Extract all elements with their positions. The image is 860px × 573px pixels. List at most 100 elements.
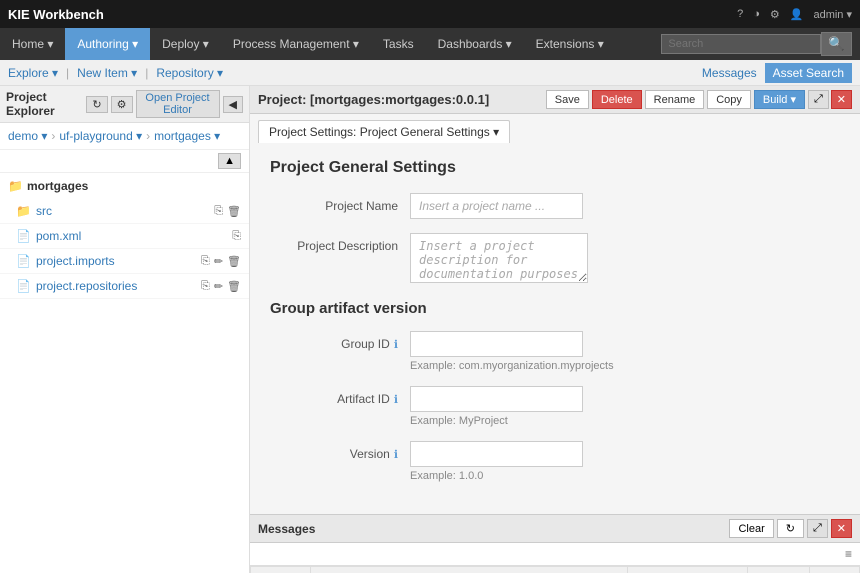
- main-layout: Project Explorer ↻ ⚙ Open Project Editor…: [0, 86, 860, 573]
- build-button[interactable]: Build ▾: [754, 90, 805, 109]
- artifact-id-row: Artifact ID ℹ mortgages Example: MyProje…: [270, 386, 840, 427]
- user-menu[interactable]: admin ▾: [813, 8, 852, 21]
- explore-menu[interactable]: Explore ▾: [8, 66, 58, 80]
- folder-icon: 📁: [16, 204, 31, 218]
- accessibility-icon[interactable]: ◑: [753, 8, 760, 20]
- close-messages-btn[interactable]: ✕: [831, 519, 852, 538]
- file-item-pom[interactable]: 📄 pom.xml ⎘: [0, 224, 249, 249]
- artifact-id-label: Artifact ID ℹ: [270, 386, 410, 406]
- app-title: KIE Workbench: [8, 7, 104, 22]
- search-button[interactable]: 🔍: [821, 32, 852, 56]
- version-row: Version ℹ 0.0.1 Example: 1.0.0: [270, 441, 840, 482]
- main-content: Project: [mortgages:mortgages:0.0.1] Sav…: [250, 86, 860, 573]
- file-item-imports[interactable]: 📄 project.imports ⎘ ✏ 🗑: [0, 249, 249, 274]
- breadcrumb-uf-playground[interactable]: uf-playground ▾: [59, 129, 142, 143]
- main-nav: Home ▾ Authoring ▾ Deploy ▾ Process Mana…: [0, 28, 860, 60]
- copy-button[interactable]: Copy: [707, 90, 751, 109]
- user-icon[interactable]: 👤: [790, 8, 804, 21]
- artifact-id-input[interactable]: mortgages: [410, 386, 583, 412]
- project-name-input[interactable]: [410, 193, 583, 219]
- edit-icon[interactable]: ✏: [214, 280, 223, 293]
- file-name-imports: project.imports: [36, 254, 115, 268]
- group-id-info-icon[interactable]: ℹ: [394, 338, 398, 351]
- delete-icon[interactable]: 🗑: [227, 205, 241, 218]
- file-item-src[interactable]: 📁 src ⎘ 🗑: [0, 199, 249, 224]
- open-project-editor-btn[interactable]: Open Project Editor: [136, 90, 220, 118]
- rename-button[interactable]: Rename: [645, 90, 705, 109]
- sidebar-collapse-btn[interactable]: ◀: [223, 96, 243, 113]
- nav-process-management[interactable]: Process Management ▾: [221, 28, 371, 60]
- repository-menu[interactable]: Repository ▾: [156, 66, 223, 80]
- breadcrumb-mortgages[interactable]: mortgages ▾: [154, 129, 220, 143]
- folder-name: mortgages: [27, 179, 88, 193]
- settings-icon[interactable]: ⚙: [770, 8, 780, 21]
- project-settings-tab[interactable]: Project Settings: Project General Settin…: [258, 120, 510, 143]
- copy-icon[interactable]: ⎘: [201, 280, 210, 293]
- col-line: Line: [810, 567, 860, 573]
- copy-icon[interactable]: ⎘: [201, 255, 210, 268]
- content-header: Project: [mortgages:mortgages:0.0.1] Sav…: [250, 86, 860, 114]
- messages-section: Messages Clear ↻ ⤢ ✕ ≡ Level Text: [250, 514, 860, 573]
- file-name-pom: pom.xml: [36, 229, 81, 243]
- sidebar-config-btn[interactable]: ⚙: [111, 96, 133, 113]
- nav-tasks[interactable]: Tasks: [371, 28, 426, 60]
- sidebar-header: Project Explorer ↻ ⚙ Open Project Editor…: [0, 86, 249, 123]
- artifact-id-info-icon[interactable]: ℹ: [394, 393, 398, 406]
- project-name-label: Project Name: [270, 193, 410, 213]
- group-id-input[interactable]: mortgages: [410, 331, 583, 357]
- file-icon: 📄: [16, 229, 31, 243]
- version-info-icon[interactable]: ℹ: [394, 448, 398, 461]
- nav-dashboards[interactable]: Dashboards ▾: [426, 28, 524, 60]
- refresh-messages-btn[interactable]: ↻: [777, 519, 804, 538]
- folder-icon: 📁: [8, 179, 23, 193]
- up-button[interactable]: ▲: [218, 153, 241, 169]
- delete-icon[interactable]: 🗑: [227, 280, 241, 293]
- col-file: File: [628, 567, 748, 573]
- breadcrumb-demo[interactable]: demo ▾: [8, 129, 47, 143]
- artifact-id-hint: Example: MyProject: [410, 415, 840, 427]
- delete-button[interactable]: Delete: [592, 90, 642, 109]
- content-body: Project General Settings Project Name Pr…: [250, 143, 860, 514]
- version-hint: Example: 1.0.0: [410, 470, 840, 482]
- file-icon: 📄: [16, 279, 31, 293]
- messages-list-icon: ≡: [845, 547, 852, 561]
- new-item-menu[interactable]: New Item ▾: [77, 66, 137, 80]
- edit-icon[interactable]: ✏: [214, 255, 223, 268]
- group-id-row: Group ID ℹ mortgages Example: com.myorga…: [270, 331, 840, 372]
- nav-authoring[interactable]: Authoring ▾: [65, 28, 150, 60]
- file-name-repositories: project.repositories: [36, 279, 137, 293]
- tab-bar: Project Settings: Project General Settin…: [250, 114, 860, 143]
- col-column: Column: [748, 567, 810, 573]
- messages-title: Messages: [258, 522, 315, 536]
- clear-messages-btn[interactable]: Clear: [729, 519, 773, 538]
- help-icon[interactable]: ?: [737, 8, 743, 20]
- search-input[interactable]: [661, 34, 821, 54]
- general-settings-title: Project General Settings: [270, 159, 840, 177]
- project-explorer: Project Explorer ↻ ⚙ Open Project Editor…: [0, 86, 250, 573]
- group-id-label: Group ID ℹ: [270, 331, 410, 351]
- messages-link[interactable]: Messages: [702, 66, 757, 80]
- project-title: Project: [mortgages:mortgages:0.0.1]: [258, 92, 489, 107]
- file-item-repositories[interactable]: 📄 project.repositories ⎘ ✏ 🗑: [0, 274, 249, 299]
- nav-deploy[interactable]: Deploy ▾: [150, 28, 221, 60]
- close-button[interactable]: ✕: [831, 90, 852, 109]
- nav-extensions[interactable]: Extensions ▾: [524, 28, 616, 60]
- nav-home[interactable]: Home ▾: [0, 28, 65, 60]
- project-description-input[interactable]: [410, 233, 588, 283]
- group-id-hint: Example: com.myorganization.myprojects: [410, 360, 840, 372]
- asset-search-link[interactable]: Asset Search: [765, 63, 852, 83]
- file-icon: 📄: [16, 254, 31, 268]
- save-button[interactable]: Save: [546, 90, 589, 109]
- copy-icon[interactable]: ⎘: [214, 205, 223, 218]
- project-name-row: Project Name: [270, 193, 840, 219]
- sub-nav: Explore ▾ | New Item ▾ | Repository ▾ Me…: [0, 60, 860, 86]
- version-input[interactable]: 0.0.1: [410, 441, 583, 467]
- group-artifact-title: Group artifact version: [270, 300, 840, 317]
- sidebar-refresh-btn[interactable]: ↻: [86, 96, 107, 113]
- maximize-button[interactable]: ⤢: [808, 90, 829, 109]
- copy-icon[interactable]: ⎘: [232, 230, 241, 243]
- maximize-messages-btn[interactable]: ⤢: [807, 519, 828, 538]
- version-label: Version ℹ: [270, 441, 410, 461]
- file-name-src: src: [36, 204, 52, 218]
- delete-icon[interactable]: 🗑: [227, 255, 241, 268]
